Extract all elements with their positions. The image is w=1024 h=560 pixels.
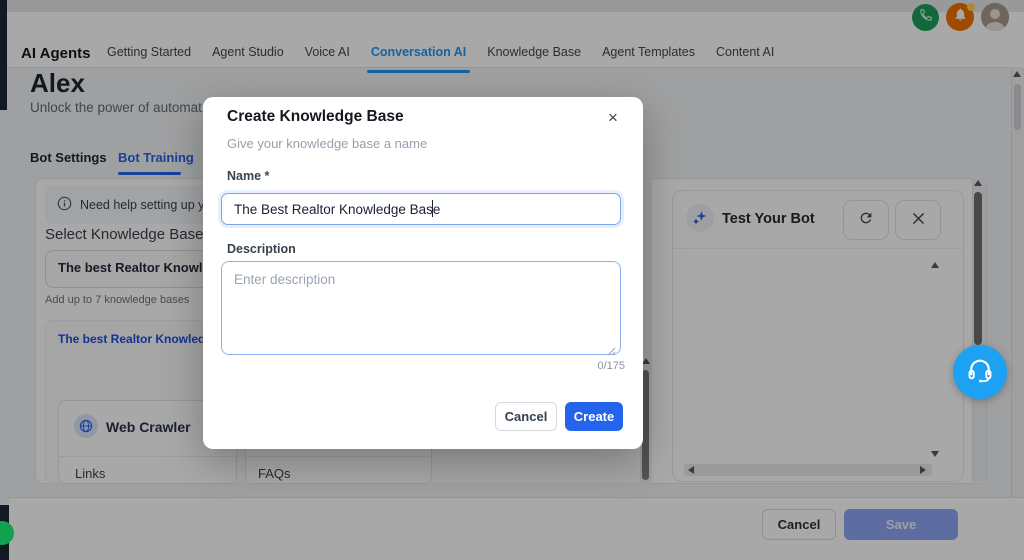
text-cursor bbox=[432, 200, 433, 217]
modal-cancel-button[interactable]: Cancel bbox=[495, 402, 557, 431]
name-input[interactable] bbox=[221, 193, 621, 225]
description-textarea[interactable] bbox=[221, 261, 621, 355]
modal-create-button[interactable]: Create bbox=[565, 402, 623, 431]
app-window: AI Agents Getting Started Agent Studio V… bbox=[0, 0, 1024, 560]
modal-title: Create Knowledge Base bbox=[227, 108, 404, 126]
resize-handle-icon[interactable] bbox=[607, 343, 616, 361]
headset-icon bbox=[965, 355, 995, 390]
description-label: Description bbox=[227, 242, 296, 256]
modal-subtitle: Give your knowledge base a name bbox=[227, 136, 427, 151]
create-kb-modal: Create Knowledge Base × Give your knowle… bbox=[203, 97, 643, 449]
support-widget-button[interactable] bbox=[953, 345, 1007, 399]
modal-close-icon[interactable]: × bbox=[601, 106, 625, 130]
name-label: Name * bbox=[227, 169, 269, 183]
char-counter: 0/175 bbox=[597, 360, 625, 372]
